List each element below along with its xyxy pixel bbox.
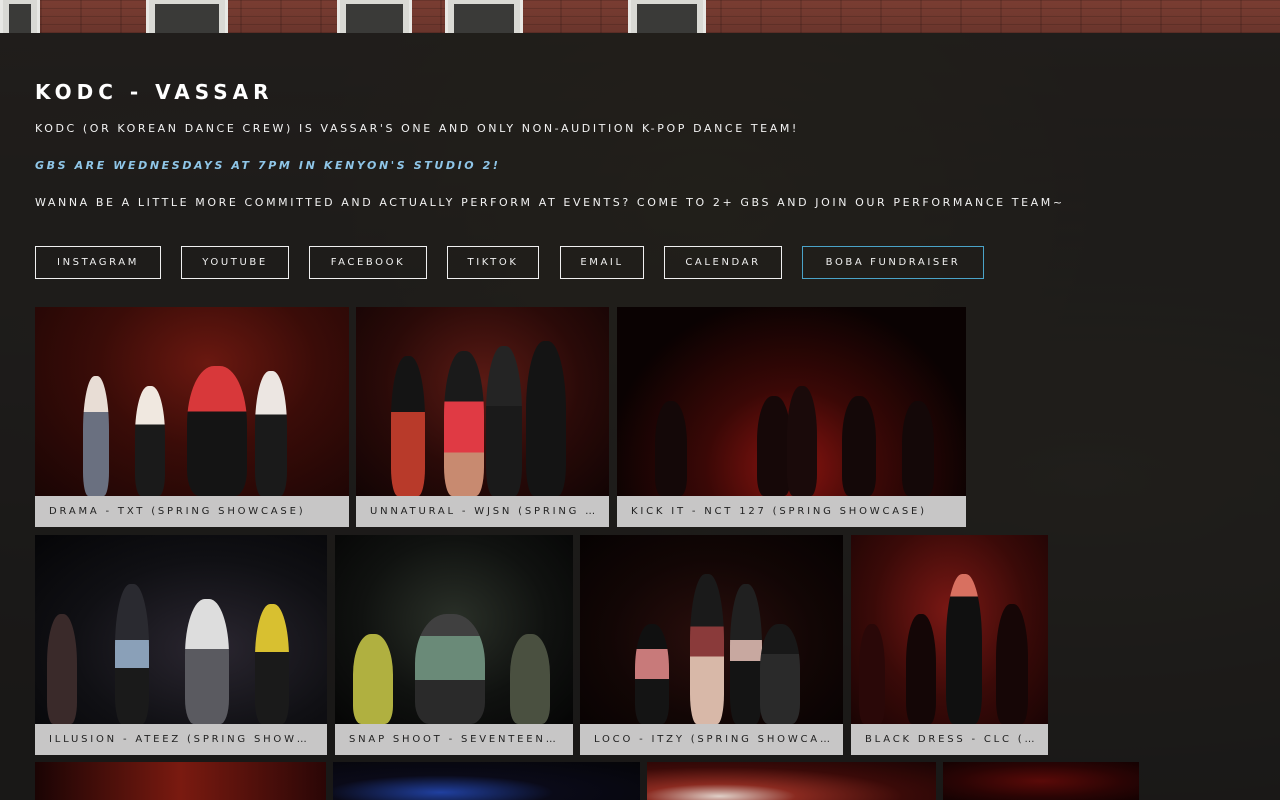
background-brick-wall: [0, 0, 1280, 33]
performance-photo: [580, 535, 843, 724]
performance-photo: [335, 535, 573, 724]
page-title: KODC - VASSAR: [35, 80, 274, 104]
performance-photo: [617, 307, 966, 496]
tile-caption: BLACK DRESS - CLC (SPRING SHOWCASE): [851, 724, 1048, 755]
gallery-tile[interactable]: BLACK DRESS - CLC (SPRING SHOWCASE): [851, 535, 1048, 755]
tile-caption: UNNATURAL - WJSN (SPRING SHOWCASE): [356, 496, 609, 527]
instagram-button[interactable]: INSTAGRAM: [35, 246, 161, 279]
meeting-info-text: GBS ARE WEDNESDAYS AT 7PM IN KENYON'S ST…: [35, 159, 501, 172]
performance-team-text: WANNA BE A LITTLE MORE COMMITTED AND ACT…: [35, 196, 1065, 209]
boba-fundraiser-button[interactable]: BOBA FUNDRAISER: [802, 246, 984, 279]
facebook-button[interactable]: FACEBOOK: [309, 246, 427, 279]
performance-photo: [356, 307, 609, 496]
performance-photo: [851, 535, 1048, 724]
gallery-tile[interactable]: ILLUSION - ATEEZ (SPRING SHOWCASE): [35, 535, 327, 755]
background-window: [628, 0, 706, 33]
tile-caption: SNAP SHOOT - SEVENTEEN (SPRING SHOWCASE): [335, 724, 573, 755]
calendar-button[interactable]: CALENDAR: [664, 246, 782, 279]
gallery-tile[interactable]: LOCO - ITZY (SPRING SHOWCASE): [580, 535, 843, 755]
email-button[interactable]: EMAIL: [560, 246, 644, 279]
intro-text: KODC (OR KOREAN DANCE CREW) IS VASSAR'S …: [35, 122, 799, 135]
tile-caption: DRAMA - TXT (SPRING SHOWCASE): [35, 496, 349, 527]
gallery-tile[interactable]: [333, 762, 640, 800]
gallery-tile[interactable]: [943, 762, 1139, 800]
background-window: [146, 0, 228, 33]
gallery-tile[interactable]: UNNATURAL - WJSN (SPRING SHOWCASE): [356, 307, 609, 527]
tile-caption: KICK IT - NCT 127 (SPRING SHOWCASE): [617, 496, 966, 527]
youtube-button[interactable]: YOUTUBE: [181, 246, 289, 279]
background-window: [0, 0, 40, 33]
background-window: [337, 0, 412, 33]
gallery-tile[interactable]: [35, 762, 326, 800]
main-content: KODC - VASSAR KODC (OR KOREAN DANCE CREW…: [35, 33, 1245, 279]
background-window: [445, 0, 523, 33]
tiktok-button[interactable]: TIKTOK: [447, 246, 539, 279]
performance-photo: [35, 535, 327, 724]
gallery-tile[interactable]: KICK IT - NCT 127 (SPRING SHOWCASE): [617, 307, 966, 527]
tile-caption: LOCO - ITZY (SPRING SHOWCASE): [580, 724, 843, 755]
gallery-tile[interactable]: SNAP SHOOT - SEVENTEEN (SPRING SHOWCASE): [335, 535, 573, 755]
gallery-tile[interactable]: [647, 762, 936, 800]
tile-caption: ILLUSION - ATEEZ (SPRING SHOWCASE): [35, 724, 327, 755]
performance-photo: [35, 307, 349, 496]
gallery-tile[interactable]: DRAMA - TXT (SPRING SHOWCASE): [35, 307, 349, 527]
